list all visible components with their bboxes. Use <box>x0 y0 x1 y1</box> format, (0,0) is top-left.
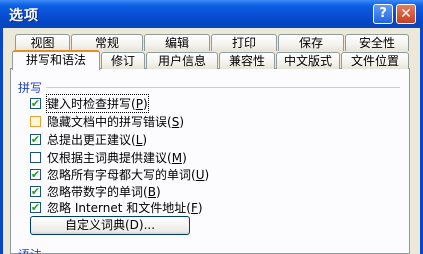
check-icon: ✔ <box>30 184 41 198</box>
accel-key: S <box>171 114 180 129</box>
option-label: 仅根据主词典提供建议 <box>47 150 168 165</box>
close-button[interactable]: ✕ <box>396 4 416 24</box>
tab-spelling-grammar[interactable]: 拼写和语法 <box>12 50 100 70</box>
spelling-group-label: 拼写 <box>18 81 43 95</box>
checkbox[interactable]: ✔ <box>30 96 41 110</box>
checkbox[interactable]: ✔ <box>30 132 41 146</box>
checkbox[interactable] <box>30 151 41 163</box>
option-check-spelling-as-you-type[interactable]: ✔ 键入时检查拼写(P) <box>30 93 149 113</box>
close-icon: ✕ <box>400 6 412 22</box>
check-icon: ✔ <box>30 167 41 181</box>
check-icon: ✔ <box>30 96 41 110</box>
checkbox[interactable] <box>30 115 41 127</box>
option-label: 总提出更正建议 <box>47 132 132 147</box>
accel-key: M <box>171 150 183 165</box>
option-ignore-numbers[interactable]: ✔ 忽略带数字的单词(B) <box>30 183 161 199</box>
option-always-suggest[interactable]: ✔ 总提出更正建议(L) <box>30 131 147 147</box>
tab-general[interactable]: 常规 <box>71 34 143 51</box>
option-label: 键入时检查拼写 <box>47 96 132 111</box>
custom-dictionaries-button[interactable]: 自定义词典(D)... <box>30 216 190 235</box>
accel-key: L <box>135 132 143 147</box>
tab-edit[interactable]: 编辑 <box>144 34 210 51</box>
tab-print[interactable]: 打印 <box>211 34 277 51</box>
tab-view[interactable]: 视图 <box>15 34 70 51</box>
help-icon: ? <box>379 6 387 21</box>
tab-user-info[interactable]: 用户信息 <box>146 52 218 69</box>
window-title: 选项 <box>9 8 39 24</box>
option-ignore-internet-addresses[interactable]: ✔ 忽略 Internet 和文件地址(F) <box>30 199 203 215</box>
option-label: 隐藏文档中的拼写错误 <box>47 114 168 129</box>
grammar-group-label: 语法 <box>18 246 42 254</box>
check-icon: ✔ <box>30 200 41 214</box>
option-label: 忽略带数字的单词 <box>47 184 144 199</box>
tab-security[interactable]: 安全性 <box>345 34 409 51</box>
option-label: 忽略所有字母都大写的单词 <box>47 167 192 182</box>
check-icon: ✔ <box>30 132 41 146</box>
tab-compatibility[interactable]: 兼容性 <box>219 52 275 69</box>
checkbox[interactable]: ✔ <box>30 167 41 181</box>
accel-key: P <box>135 96 143 111</box>
group-divider <box>46 87 400 88</box>
tab-file-locations[interactable]: 文件位置 <box>341 52 409 69</box>
accel-key: U <box>195 167 205 182</box>
checkbox[interactable]: ✔ <box>30 184 41 198</box>
option-hide-spelling-errors[interactable]: 隐藏文档中的拼写错误(S) <box>30 113 184 129</box>
checkbox[interactable]: ✔ <box>30 200 41 214</box>
title-bar: 选项 ? ✕ <box>0 0 423 28</box>
option-main-dictionary-only[interactable]: 仅根据主词典提供建议(M) <box>30 149 187 165</box>
accel-key: F <box>190 200 198 215</box>
tab-save[interactable]: 保存 <box>278 34 344 51</box>
tab-track-changes[interactable]: 修订 <box>101 52 145 69</box>
tab-chinese-layout[interactable]: 中文版式 <box>276 52 340 69</box>
help-button[interactable]: ? <box>373 4 393 24</box>
accel-key: B <box>147 184 156 199</box>
option-ignore-uppercase[interactable]: ✔ 忽略所有字母都大写的单词(U) <box>30 166 209 182</box>
option-label: 忽略 Internet 和文件地址 <box>47 200 187 215</box>
